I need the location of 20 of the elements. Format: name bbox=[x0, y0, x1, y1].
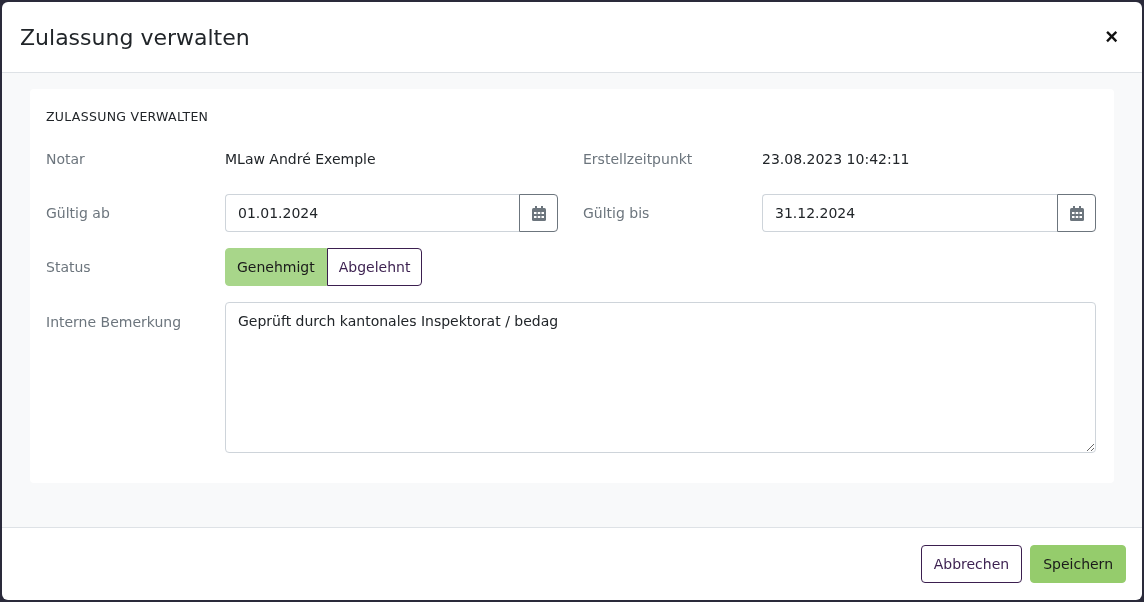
field-label: Status bbox=[46, 259, 92, 275]
field-label: Notar bbox=[46, 151, 86, 167]
calendar-icon[interactable] bbox=[1057, 194, 1096, 232]
date-field[interactable]: 01.01.2024 bbox=[225, 194, 519, 232]
field-label: Gültig bis bbox=[583, 205, 651, 221]
field-label: Gültig ab bbox=[46, 205, 111, 221]
close-button[interactable]: × bbox=[1099, 24, 1124, 50]
calendar-icon[interactable] bbox=[519, 194, 558, 232]
field-label: Erstellzeitpunkt bbox=[583, 151, 694, 167]
field-label: Interne Bemerkung bbox=[46, 313, 183, 330]
remark-field[interactable]: Geprüft durch kantonales Inspektorat / bedag bbox=[225, 302, 1096, 453]
date-field[interactable]: 31.12.2024 bbox=[762, 194, 1057, 232]
section-heading: ZULASSUNG VERWALTEN bbox=[46, 109, 210, 124]
cancel-button[interactable]: Abbrechen bbox=[920, 545, 1023, 583]
field-value: MLaw André Exemple bbox=[225, 151, 377, 167]
dialog-title: Zulassung verwalten bbox=[20, 24, 250, 50]
status-toggle[interactable]: Genehmigt bbox=[225, 248, 327, 286]
save-button[interactable]: Speichern bbox=[1030, 545, 1126, 583]
field-value: 23.08.2023 10:42:11 bbox=[762, 151, 911, 167]
status-toggle[interactable]: Abgelehnt bbox=[326, 248, 423, 286]
